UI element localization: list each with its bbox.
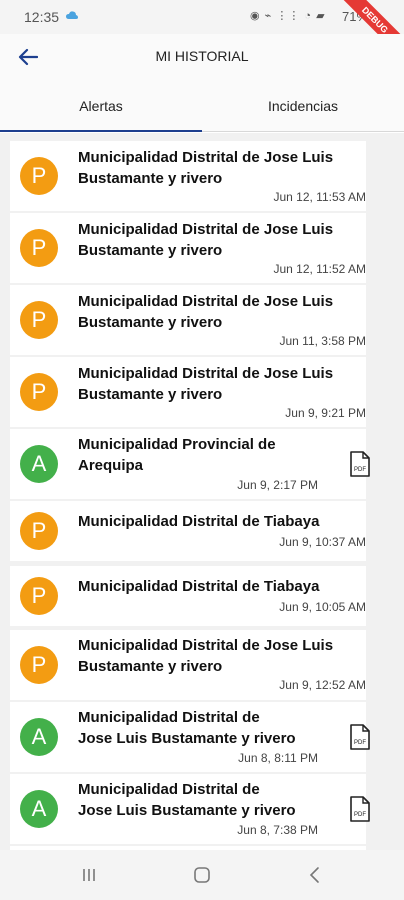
list-item-title: Municipalidad Provincial de Arequipa (78, 436, 276, 474)
list-item[interactable]: P Municipalidad Distrital de Tiabaya Jun… (10, 566, 366, 626)
cloud-icon (66, 11, 78, 19)
list-item-title: Municipalidad Distrital de Tiabaya (78, 513, 320, 530)
list-item-date: Jun 9, 10:05 AM (279, 600, 366, 614)
list-item[interactable]: A Municipalidad Distrital de Jose Luis B… (10, 702, 370, 772)
list-item-title: Municipalidad Distrital de Jose Luis Bus… (78, 221, 334, 259)
app-bar: MI HISTORIAL (0, 34, 404, 80)
list-item[interactable]: P Municipalidad Distrital de Jose Luis B… (10, 213, 366, 283)
pdf-icon[interactable]: PDF (349, 796, 371, 822)
pdf-icon[interactable]: PDF (349, 451, 371, 477)
avatar: P (20, 229, 58, 267)
page-title: MI HISTORIAL (155, 48, 249, 64)
avatar: P (20, 512, 58, 550)
avatar: P (20, 157, 58, 195)
list-item-title: Municipalidad Distrital de Jose Luis Bus… (78, 781, 296, 819)
list-item-date: Jun 12, 11:53 AM (273, 190, 366, 204)
recent-apps-button[interactable] (76, 864, 102, 886)
list-item[interactable]: P Municipalidad Distrital de Jose Luis B… (10, 141, 366, 211)
list-item[interactable]: A Municipalidad Provincial de Arequipa J… (10, 429, 370, 499)
list-item-date: Jun 9, 12:52 AM (279, 678, 366, 692)
chevron-left-icon (309, 867, 319, 883)
status-bar: 12:35 ◉ ⌁ ⋮⋮ ◔ ▰ 71% DEBUG (0, 0, 404, 65)
list-item-date: Jun 11, 3:58 PM (279, 334, 367, 348)
avatar: P (20, 373, 58, 411)
status-icons: ◉ ⌁ ⋮⋮ ◔ ▰ (250, 10, 326, 22)
tab-bar: Alertas Incidencias (0, 80, 404, 132)
recent-apps-icon (83, 869, 95, 881)
svg-text:PDF: PDF (354, 467, 366, 473)
list-item-title: Municipalidad Distrital de Jose Luis Bus… (78, 293, 334, 331)
list-item[interactable]: P Municipalidad Distrital de Tiabaya Jun… (10, 501, 366, 561)
list-item-title: Municipalidad Distrital de Jose Luis Bus… (78, 637, 334, 675)
avatar: P (20, 301, 58, 339)
list-item-date: Jun 9, 9:21 PM (285, 406, 366, 420)
list-item[interactable]: A Municipalidad Distrital de Jose Luis B… (10, 774, 370, 844)
list-item-date: Jun 12, 11:52 AM (273, 262, 366, 276)
avatar: P (20, 577, 58, 615)
tab-alertas[interactable]: Alertas (0, 80, 202, 132)
system-nav-bar (0, 850, 404, 900)
avatar: A (20, 790, 58, 828)
svg-text:PDF: PDF (354, 812, 366, 818)
list-item[interactable]: P Municipalidad Distrital de Jose Luis B… (10, 357, 366, 427)
svg-text:PDF: PDF (354, 740, 366, 746)
list-item-date: Jun 8, 8:11 PM (238, 751, 318, 765)
home-button[interactable] (189, 864, 215, 886)
list-item-title: Municipalidad Distrital de Jose Luis Bus… (78, 149, 334, 187)
list-item-date: Jun 9, 10:37 AM (279, 535, 366, 549)
list-item-title: Municipalidad Distrital de Jose Luis Bus… (78, 365, 334, 403)
alert-list[interactable]: P Municipalidad Distrital de Jose Luis B… (0, 133, 404, 850)
home-icon (194, 867, 210, 883)
avatar: P (20, 646, 58, 684)
avatar: A (20, 445, 58, 483)
list-item-title: Municipalidad Distrital de Tiabaya (78, 578, 320, 595)
pdf-icon[interactable]: PDF (349, 724, 371, 750)
status-time: 12:35 (24, 9, 60, 25)
tab-indicator (0, 130, 202, 132)
avatar: A (20, 718, 58, 756)
system-back-button[interactable] (302, 864, 328, 886)
tab-incidencias[interactable]: Incidencias (202, 80, 404, 132)
list-item[interactable]: P Municipalidad Distrital de Jose Luis B… (10, 285, 366, 355)
list-item-date: Jun 8, 7:38 PM (237, 823, 318, 837)
list-item-title: Municipalidad Distrital de Jose Luis Bus… (78, 709, 296, 747)
list-item-date: Jun 9, 2:17 PM (237, 478, 318, 492)
list-item[interactable]: P Municipalidad Distrital de Jose Luis B… (10, 630, 366, 700)
